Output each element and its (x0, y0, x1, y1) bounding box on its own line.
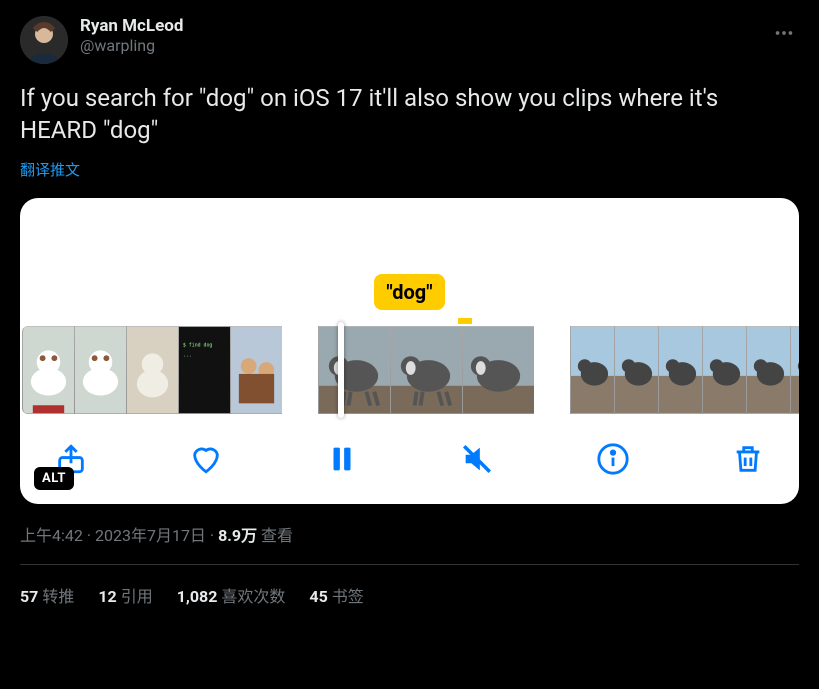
mute-icon[interactable] (460, 442, 494, 476)
pause-icon[interactable] (325, 442, 359, 476)
heart-icon[interactable] (189, 442, 223, 476)
tweet-stats: 57转推 12引用 1,082喜欢次数 45书签 (20, 565, 799, 607)
display-name[interactable]: Ryan McLeod (80, 16, 799, 36)
media-toolbar (20, 414, 799, 486)
svg-text:$ find dog: $ find dog (183, 342, 212, 348)
views-label: 查看 (261, 526, 293, 545)
tweet-date[interactable]: 2023年7月17日 (95, 526, 206, 545)
clip-group[interactable]: $ find dog... (22, 326, 282, 414)
media-attachment[interactable]: "dog" $ find dog... (20, 198, 799, 504)
likes-stat[interactable]: 1,082喜欢次数 (177, 583, 286, 607)
quotes-stat[interactable]: 12引用 (98, 583, 152, 607)
tweet-header: Ryan McLeod @warpling (20, 16, 799, 64)
media-top-area: "dog" (20, 198, 799, 318)
svg-text:...: ... (183, 352, 192, 358)
translate-link[interactable]: 翻译推文 (20, 159, 799, 180)
tweet-meta: 上午4:42 · 2023年7月17日 · 8.9万 查看 (20, 522, 799, 546)
tweet-text: If you search for "dog" on iOS 17 it'll … (20, 82, 799, 147)
views-count: 8.9万 (218, 526, 257, 545)
avatar[interactable] (20, 16, 68, 64)
playhead-marker (458, 318, 472, 324)
retweets-stat[interactable]: 57转推 (20, 583, 74, 607)
trash-icon[interactable] (731, 442, 765, 476)
video-timeline[interactable]: $ find dog... (20, 326, 799, 414)
clip-group-active[interactable] (318, 326, 534, 414)
more-options-icon[interactable] (769, 18, 799, 52)
playhead[interactable] (338, 322, 344, 418)
user-info: Ryan McLeod @warpling (80, 16, 799, 55)
tweet-container: Ryan McLeod @warpling If you search for … (0, 0, 819, 607)
info-icon[interactable] (596, 442, 630, 476)
tweet-time[interactable]: 上午4:42 (20, 526, 83, 545)
bookmarks-stat[interactable]: 45书签 (309, 583, 363, 607)
search-term-badge: "dog" (374, 274, 444, 310)
clip-group[interactable] (570, 326, 799, 414)
user-handle[interactable]: @warpling (80, 36, 799, 55)
alt-badge[interactable]: ALT (34, 467, 74, 490)
